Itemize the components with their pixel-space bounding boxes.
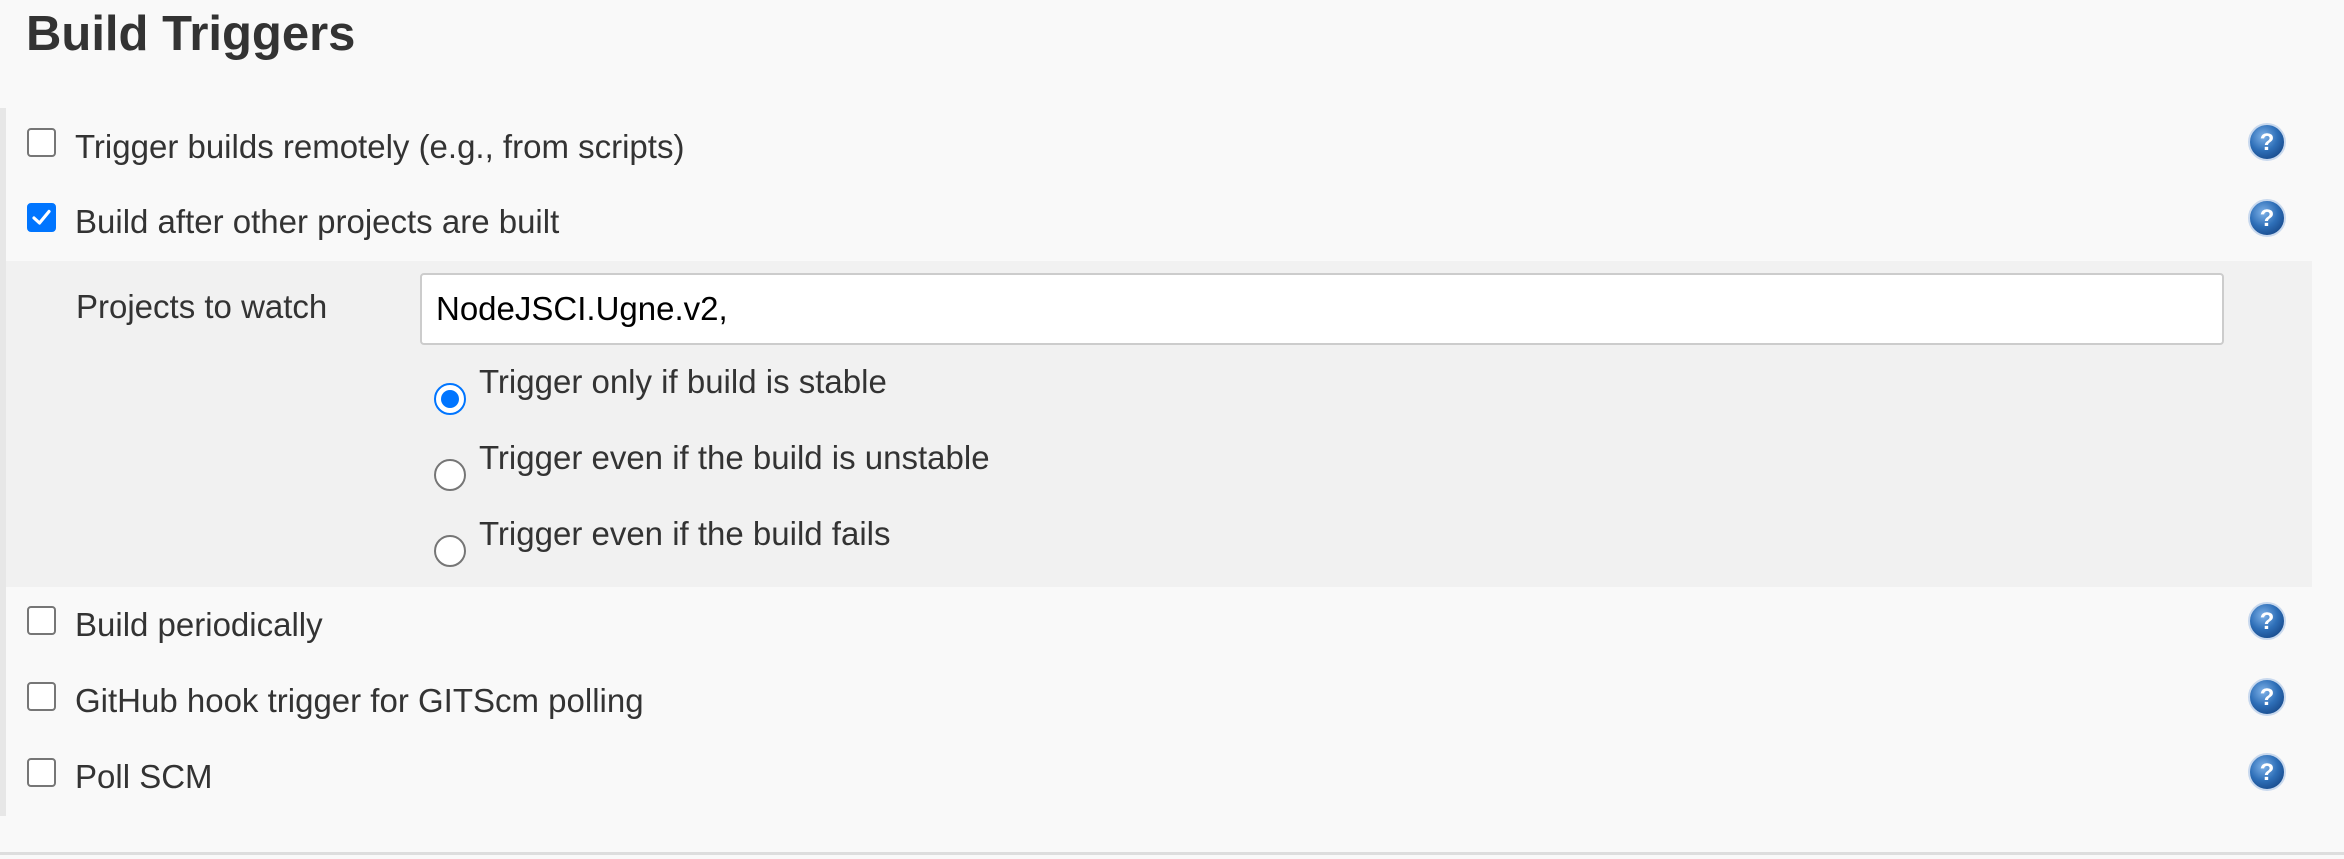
svg-text:?: ? (2260, 759, 2275, 786)
svg-text:?: ? (2260, 608, 2275, 635)
trigger-poll-scm-label[interactable]: Poll SCM (75, 758, 213, 796)
trigger-periodic-checkbox[interactable] (27, 606, 56, 635)
trigger-fails-label[interactable]: Trigger even if the build fails (479, 515, 891, 553)
help-icon[interactable]: ? (2247, 122, 2287, 162)
trigger-stable-label[interactable]: Trigger only if build is stable (479, 363, 887, 401)
help-icon[interactable]: ? (2247, 601, 2287, 641)
help-icon[interactable]: ? (2247, 677, 2287, 717)
trigger-periodic-label[interactable]: Build periodically (75, 606, 323, 644)
trigger-fails-radio[interactable] (434, 535, 466, 567)
trigger-remote-label[interactable]: Trigger builds remotely (e.g., from scri… (75, 128, 684, 166)
trigger-build-after-checkbox[interactable] (27, 203, 56, 232)
projects-to-watch-input[interactable] (420, 273, 2224, 345)
projects-to-watch-label: Projects to watch (76, 288, 328, 325)
trigger-row-github-hook: GitHub hook trigger for GITScm polling ? (6, 663, 2312, 739)
help-icon[interactable]: ? (2247, 198, 2287, 238)
trigger-stable-option[interactable]: Trigger only if build is stable (426, 357, 1626, 417)
trigger-row-periodic: Build periodically ? (6, 587, 2312, 663)
svg-text:?: ? (2260, 205, 2275, 232)
trigger-row-poll-scm: Poll SCM ? (6, 739, 2312, 815)
trigger-unstable-radio[interactable] (434, 459, 466, 491)
section-bottom-divider (0, 852, 2344, 855)
build-after-options-panel: Projects to watch Trigger only if build … (6, 261, 2312, 587)
trigger-github-hook-checkbox[interactable] (27, 682, 56, 711)
trigger-poll-scm-checkbox[interactable] (27, 758, 56, 787)
trigger-unstable-option[interactable]: Trigger even if the build is unstable (426, 433, 1626, 493)
trigger-row-build-after: Build after other projects are built ? (6, 184, 2312, 260)
section-title: Build Triggers (26, 7, 356, 61)
trigger-row-remote: Trigger builds remotely (e.g., from scri… (6, 108, 2312, 184)
trigger-github-hook-label[interactable]: GitHub hook trigger for GITScm polling (75, 682, 644, 720)
svg-text:?: ? (2260, 129, 2275, 156)
trigger-remote-checkbox[interactable] (27, 128, 56, 157)
trigger-stable-radio[interactable] (434, 383, 466, 415)
checkmark-icon (32, 209, 51, 225)
build-triggers-page: Build Triggers Trigger builds remotely (… (0, 0, 2344, 859)
help-icon[interactable]: ? (2247, 752, 2287, 792)
trigger-fails-option[interactable]: Trigger even if the build fails (426, 509, 1626, 569)
trigger-build-after-label[interactable]: Build after other projects are built (75, 203, 559, 241)
svg-text:?: ? (2260, 684, 2275, 711)
trigger-unstable-label[interactable]: Trigger even if the build is unstable (479, 439, 990, 477)
